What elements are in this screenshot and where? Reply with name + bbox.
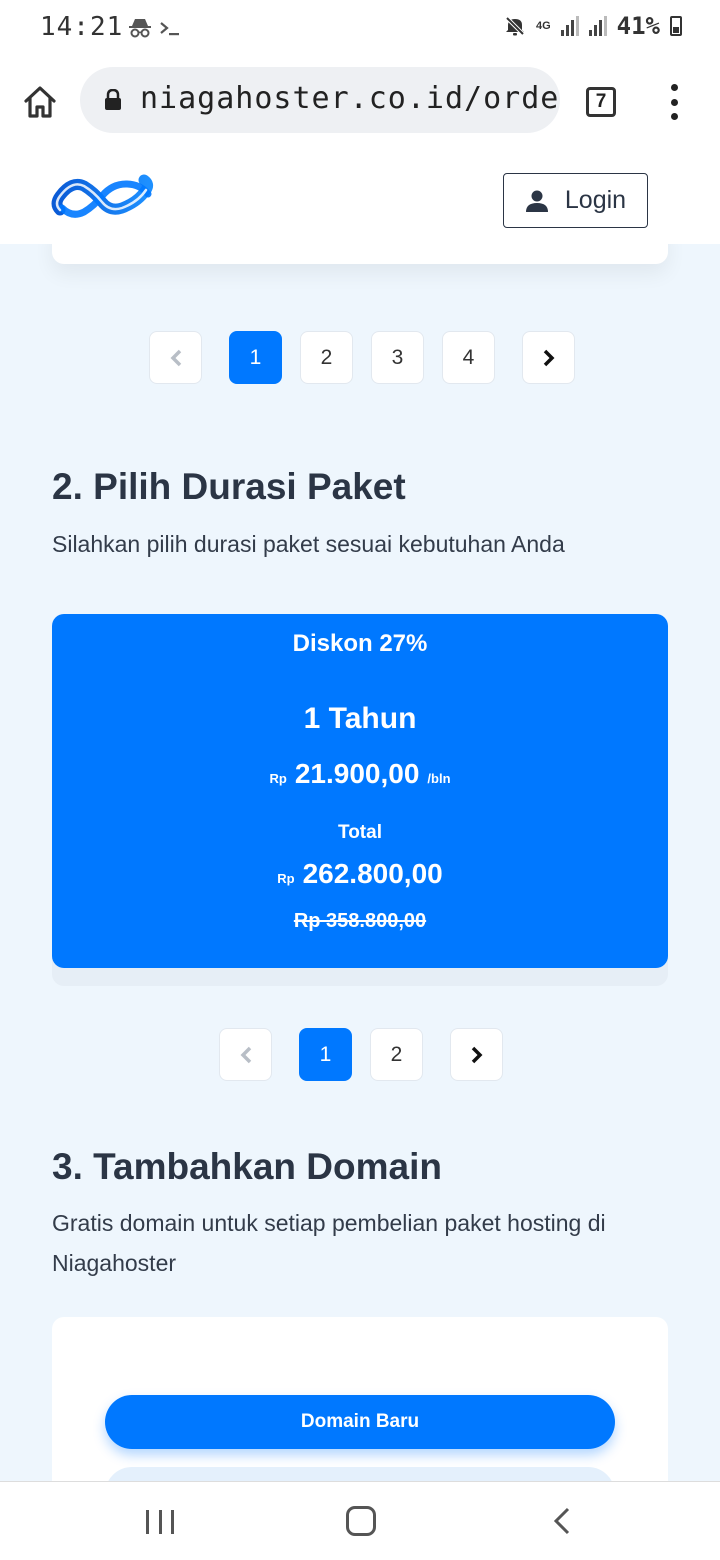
status-bar: 14:21 4G 41% [0, 0, 720, 58]
niagahoster-logo[interactable] [50, 172, 156, 222]
system-nav-bar [0, 1481, 720, 1560]
battery-icon [670, 16, 682, 36]
chevron-left-icon [240, 1046, 251, 1063]
chevron-right-icon [471, 1046, 482, 1063]
battery-percent: 41% [616, 12, 660, 40]
monthly-price: Rp 21.900,00 /bln [52, 758, 668, 790]
monthly-unit: /bln [427, 771, 451, 786]
duration-label: 1 Tahun [303, 702, 417, 735]
pager-page-3[interactable]: 3 [371, 331, 424, 384]
signal-icon [560, 16, 579, 36]
total-price: Rp 262.800,00 [52, 858, 668, 890]
section-domain-subtitle: Gratis domain untuk setiap pembelian pak… [52, 1210, 606, 1276]
login-button[interactable]: Login [503, 173, 648, 228]
package-pagination: 1 2 3 4 [149, 331, 575, 384]
chevron-left-icon [170, 349, 181, 366]
domain-option-button[interactable] [105, 1467, 615, 1481]
pager2-page-2[interactable]: 2 [370, 1028, 423, 1081]
status-right: 4G 41% [504, 12, 682, 40]
discount-label: Diskon 27% [292, 630, 428, 657]
pager-next-button[interactable] [522, 331, 575, 384]
status-time: 14:21 [40, 12, 124, 42]
pager-page-1[interactable]: 1 [229, 331, 282, 384]
url-text[interactable]: niagahoster.co.id/order [140, 81, 560, 116]
recents-icon[interactable] [146, 1510, 174, 1534]
chevron-right-icon [543, 349, 554, 366]
more-menu-icon[interactable] [664, 84, 684, 120]
incognito-icon [129, 19, 151, 38]
new-domain-button[interactable]: Domain Baru [105, 1395, 615, 1449]
network-label: 4G [535, 19, 551, 32]
address-bar[interactable]: niagahoster.co.id/order [80, 67, 560, 133]
lock-icon [105, 89, 121, 110]
domain-card: Domain Baru [52, 1317, 668, 1481]
pager2-prev-button[interactable] [219, 1028, 272, 1081]
monthly-currency: Rp [269, 771, 287, 786]
tab-switcher-button[interactable]: 7 [586, 87, 616, 117]
original-price: Rp 358.800,00 [293, 910, 427, 932]
section-duration-title: 2. Pilih Durasi Paket [52, 466, 406, 507]
total-label: Total [338, 822, 382, 843]
login-label: Login [564, 186, 627, 214]
pager2-page-1[interactable]: 1 [299, 1028, 352, 1081]
terminal-icon [160, 22, 180, 36]
total-amount: 262.800,00 [302, 858, 443, 889]
mute-icon [505, 16, 525, 36]
section-duration-subtitle: Silahkan pilih durasi paket sesuai kebut… [52, 531, 565, 557]
user-icon [525, 190, 548, 212]
site-header: Login [0, 148, 720, 244]
duration-pagination: 1 2 [219, 1028, 503, 1081]
back-icon[interactable] [550, 1506, 574, 1536]
previous-card-bottom [52, 244, 668, 264]
pager2-next-button[interactable] [450, 1028, 503, 1081]
pager-page-2[interactable]: 2 [300, 331, 353, 384]
browser-toolbar: niagahoster.co.id/order 7 [0, 58, 720, 148]
home-nav-icon[interactable] [346, 1506, 376, 1536]
pager-prev-button[interactable] [149, 331, 202, 384]
main-content: 1 2 3 4 2. Pilih Durasi Paket Silahkan p… [0, 244, 720, 1481]
monthly-amount: 21.900,00 [294, 758, 420, 789]
total-currency: Rp [277, 871, 295, 886]
home-icon[interactable] [20, 82, 60, 122]
status-left-icons [128, 14, 182, 40]
signal-icon-2 [588, 16, 607, 36]
duration-card-1-year[interactable]: Diskon 27% 1 Tahun Rp 21.900,00 /bln Tot… [52, 614, 668, 968]
pager-page-4[interactable]: 4 [442, 331, 495, 384]
section-domain-title: 3. Tambahkan Domain [52, 1146, 442, 1187]
